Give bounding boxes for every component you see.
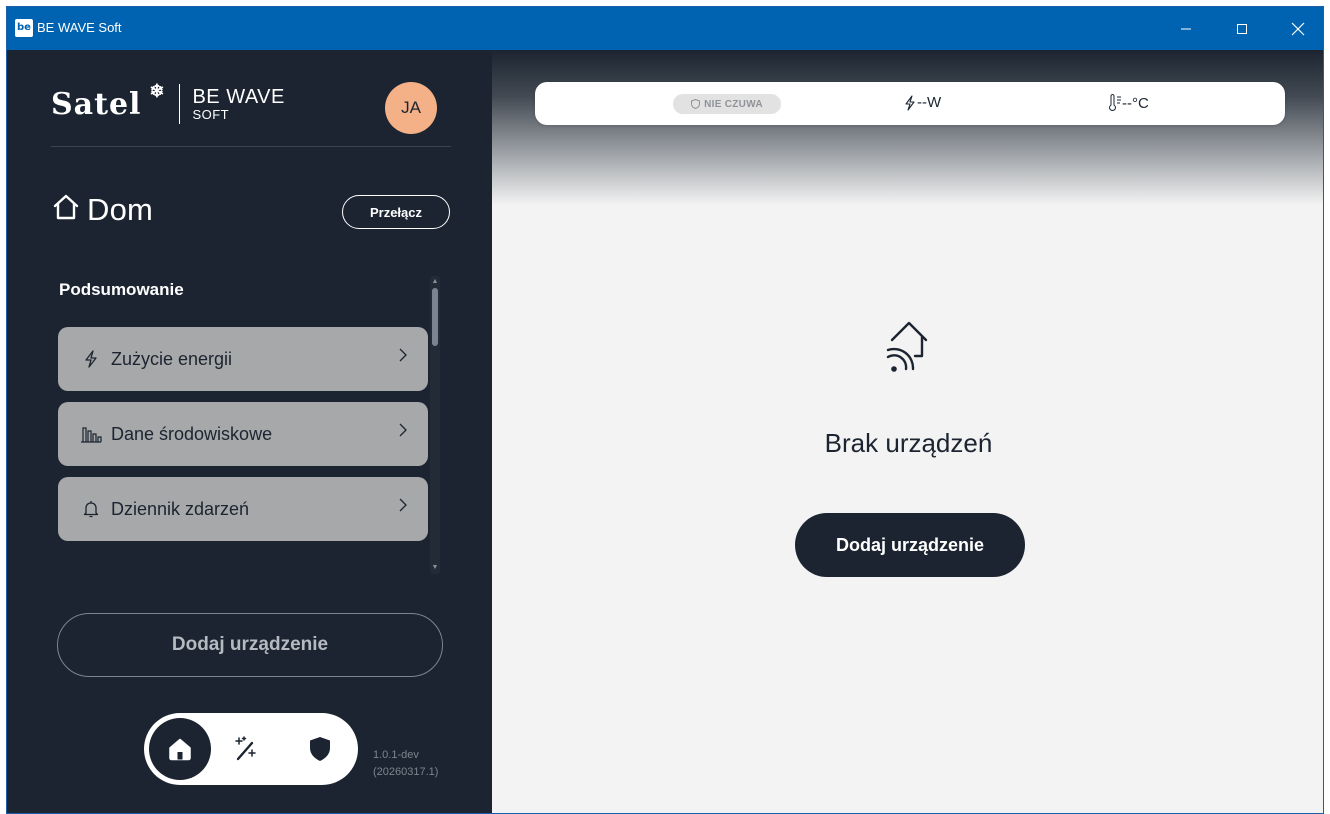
logo-star-icon: ❄ xyxy=(149,80,166,102)
app-window: be BE WAVE Soft Satel❄ BE WAVE SOFT JA xyxy=(6,6,1324,814)
nav-scenes-button[interactable] xyxy=(230,733,262,765)
chart-bars-icon xyxy=(80,423,102,445)
minimize-icon xyxy=(1181,28,1191,29)
chevron-right-icon xyxy=(398,347,408,368)
divider xyxy=(51,146,451,147)
menu-item-event-log[interactable]: Dziennik zdarzeń xyxy=(58,477,428,541)
add-device-button[interactable]: Dodaj urządzenie xyxy=(795,513,1025,577)
lightning-icon xyxy=(80,348,102,370)
temperature-readout: --°C xyxy=(1108,94,1149,112)
switch-home-button[interactable]: Przełącz xyxy=(342,195,450,229)
menu-item-label: Dziennik zdarzeń xyxy=(111,498,250,519)
empty-state-title: Brak urządzeń xyxy=(824,428,993,458)
chevron-right-icon xyxy=(398,422,408,443)
app-icon: be xyxy=(15,19,33,37)
shield-outline-icon xyxy=(691,99,701,109)
arm-status-badge[interactable]: NIE CZUWA xyxy=(673,94,781,114)
chevron-right-icon xyxy=(398,497,408,518)
window-title: BE WAVE Soft xyxy=(37,20,122,35)
main-content: NIE CZUWA --W --°C Brak urządzeń Dodaj u… xyxy=(492,50,1323,813)
maximize-button[interactable] xyxy=(1219,7,1265,50)
scroll-up-icon[interactable]: ▲ xyxy=(431,278,439,286)
bottom-nav xyxy=(144,713,358,785)
menu-item-label: Zużycie energii xyxy=(111,348,233,369)
bewave-logo: BE WAVE SOFT xyxy=(192,86,285,122)
menu-item-label: Dane środowiskowe xyxy=(111,423,273,444)
minimize-button[interactable] xyxy=(1163,7,1209,50)
section-label: Podsumowanie xyxy=(59,280,184,299)
header-gradient xyxy=(492,50,1323,205)
scroll-down-icon[interactable]: ▼ xyxy=(431,564,439,572)
nav-security-button[interactable] xyxy=(304,733,336,765)
scroll-thumb[interactable] xyxy=(432,288,438,346)
menu-item-energy[interactable]: Zużycie energii xyxy=(58,327,428,391)
sidebar: Satel ❄ BE WAVE SOFT JA Dom Przełącz Pods… xyxy=(7,50,492,813)
thermometer-icon xyxy=(1108,94,1121,112)
home-outline-icon xyxy=(51,192,81,227)
maximize-icon xyxy=(1237,23,1247,34)
title-bar: be BE WAVE Soft xyxy=(7,7,1323,50)
status-bar: NIE CZUWA --W --°C xyxy=(535,82,1285,125)
magic-wand-icon xyxy=(235,736,256,761)
logo-divider xyxy=(179,84,181,124)
app-version: 1.0.1-dev (20260317.1) xyxy=(373,749,439,778)
close-button[interactable] xyxy=(1275,7,1321,50)
logo: Satel ❄ BE WAVE SOFT xyxy=(51,80,285,124)
scrollbar[interactable]: ▲ ▼ xyxy=(430,276,440,574)
close-icon xyxy=(1291,22,1305,35)
lightning-icon xyxy=(905,94,915,111)
power-readout: --W xyxy=(903,94,941,111)
home-icon xyxy=(169,738,191,761)
add-device-sidebar-button[interactable]: Dodaj urządzenie xyxy=(57,613,443,677)
no-devices-icon xyxy=(874,312,944,389)
bell-icon xyxy=(80,498,102,520)
menu-item-environment[interactable]: Dane środowiskowe xyxy=(58,402,428,466)
avatar[interactable]: JA xyxy=(385,82,437,134)
home-title: Dom xyxy=(87,192,154,227)
satel-logo: Satel ❄ xyxy=(51,80,166,122)
shield-icon xyxy=(310,737,330,761)
nav-home-button[interactable] xyxy=(149,718,211,780)
